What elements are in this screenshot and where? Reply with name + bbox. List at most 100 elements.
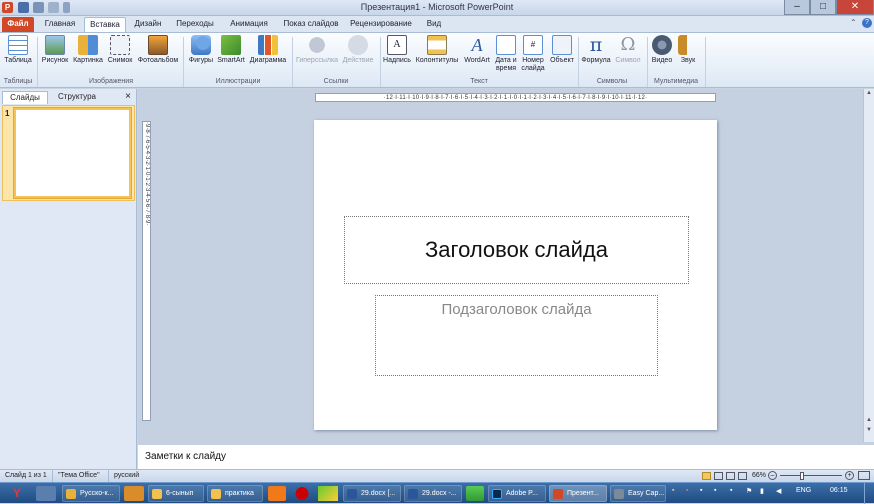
yandex-icon[interactable]: Y [4, 486, 30, 501]
vertical-scrollbar[interactable]: ▲ ▲ ▼ [863, 89, 874, 442]
language-indicator[interactable]: ENG [796, 487, 811, 494]
taskbar-item-word-1[interactable]: 29.docx [... [343, 485, 401, 502]
header-footer-button[interactable]: Колонтитулы [413, 35, 461, 65]
previous-slide-icon[interactable]: ▲ [865, 417, 873, 425]
shapes-button[interactable]: Фигуры [186, 35, 216, 65]
close-pane-icon[interactable]: × [122, 91, 134, 104]
notes-pane[interactable]: Заметки к слайду [138, 442, 874, 469]
group-symbols: Символы [596, 78, 628, 85]
action-button[interactable]: Действие [340, 35, 376, 65]
horizontal-ruler[interactable]: ·12·I·11·I·10·I·9·I·8·I·7·I·6·I·5·I·4·I·… [315, 93, 716, 102]
next-slide-icon[interactable]: ▼ [865, 427, 873, 435]
tab-outline[interactable]: Структура [50, 91, 104, 104]
taskbar-label: 29.docx -... [422, 490, 457, 497]
taskbar-item-word-2[interactable]: 29.docx -... [404, 485, 462, 502]
tray-icon-5[interactable]: ▪ [730, 487, 732, 494]
photo-album-button[interactable]: Фотоальбом [135, 35, 181, 65]
tab-review[interactable]: Рецензирование [346, 17, 416, 32]
help-icon[interactable]: ? [862, 18, 872, 28]
desktop-icon[interactable] [36, 486, 56, 501]
tab-slideshow[interactable]: Показ слайдов [280, 17, 342, 32]
wordart-button[interactable]: A WordArt [462, 35, 492, 65]
equation-button[interactable]: π Формула [580, 35, 612, 65]
symbol-button[interactable]: Ω Символ [613, 35, 643, 65]
tab-transitions[interactable]: Переходы [172, 17, 218, 32]
tab-home[interactable]: Главная [40, 17, 80, 32]
textbox-button[interactable]: A Надпись [382, 35, 412, 65]
volume-icon[interactable]: ◀ [776, 487, 781, 495]
zoom-slider-thumb[interactable] [800, 472, 804, 480]
app-icon-3[interactable] [466, 486, 484, 501]
slide-number: 1 [5, 109, 10, 118]
vertical-ruler[interactable]: ·9·8·7·6·5·4·3·2·1·0·1·2·3·4·5·6·7·8·9· [142, 121, 151, 421]
folder-icon [211, 489, 221, 499]
object-button[interactable]: Объект [547, 35, 577, 65]
zoom-slider[interactable] [780, 475, 842, 476]
reading-view-icon[interactable] [726, 472, 735, 480]
slide-number-button[interactable]: # Номер слайда [519, 35, 547, 73]
notes-placeholder: Заметки к слайду [145, 451, 226, 462]
network-icon[interactable]: ▮ [760, 487, 764, 495]
tab-animation[interactable]: Анимация [224, 17, 274, 32]
picture-button[interactable]: Рисунок [40, 35, 70, 65]
tab-design[interactable]: Дизайн [130, 17, 166, 32]
chart-button[interactable]: Диаграмма [247, 35, 289, 65]
clipart-button[interactable]: Картинка [71, 35, 105, 65]
hyperlink-button[interactable]: Гиперссылка [294, 35, 340, 65]
minimize-ribbon-icon[interactable]: ⌃ [850, 18, 859, 28]
action-label: Действие [342, 57, 374, 64]
video-button[interactable]: Видео [649, 35, 675, 65]
slideshow-icon[interactable] [738, 472, 747, 480]
group-tables: Таблицы [3, 78, 33, 85]
app-icon[interactable] [124, 486, 144, 501]
normal-view-icon[interactable] [702, 472, 711, 480]
language[interactable]: русский [108, 470, 139, 482]
scroll-up-icon[interactable]: ▲ [865, 90, 873, 98]
word-icon [408, 489, 418, 499]
group-media: Мультимедиа [654, 78, 698, 85]
tray-icon-3[interactable]: ▪ [700, 487, 702, 494]
taskbar-item-browser[interactable]: Русско-к... [62, 485, 120, 502]
photoshop-icon [492, 489, 502, 499]
subtitle-placeholder[interactable]: Подзаголовок слайда [375, 295, 658, 376]
close-button[interactable]: ✕ [836, 0, 874, 15]
audio-button[interactable]: Звук [676, 35, 700, 65]
taskbar-item-photoshop[interactable]: Adobe P... [488, 485, 546, 502]
slide-canvas[interactable]: Заголовок слайда Подзаголовок слайда [314, 120, 717, 430]
zoom-in-icon[interactable]: + [845, 471, 854, 480]
app-icon-2[interactable] [318, 486, 338, 501]
clock[interactable]: 06:15 [830, 487, 848, 494]
opera-icon[interactable] [292, 486, 312, 501]
tab-slides[interactable]: Слайды [2, 91, 48, 104]
table-button[interactable]: Таблица [2, 35, 34, 65]
zoom-level[interactable]: 66% [752, 470, 766, 482]
tab-file[interactable]: Файл [2, 17, 34, 32]
minimize-button[interactable]: – [784, 0, 810, 15]
tab-view[interactable]: Вид [422, 17, 446, 32]
title-placeholder[interactable]: Заголовок слайда [344, 216, 689, 284]
show-desktop-button[interactable] [864, 483, 874, 504]
picture-icon [45, 35, 65, 55]
chart-label: Диаграмма [249, 57, 287, 64]
smartart-button[interactable]: SmartArt [216, 35, 246, 65]
tab-insert[interactable]: Вставка [84, 17, 126, 32]
slide-thumbnail[interactable] [14, 108, 131, 198]
picture-label: Рисунок [41, 57, 69, 64]
odnoklassniki-icon[interactable] [268, 486, 286, 501]
tray-icon-4[interactable]: ▪ [714, 487, 716, 494]
tray-icon-1[interactable]: ▪ [672, 487, 674, 494]
taskbar-item-powerpoint[interactable]: Презент... [549, 485, 607, 502]
taskbar-item-folder-practice[interactable]: практика [207, 485, 263, 502]
zoom-out-icon[interactable]: – [768, 471, 777, 480]
flag-icon[interactable]: ⚑ [746, 487, 752, 495]
taskbar-item-easy-capture[interactable]: Easy Cap... [610, 485, 666, 502]
fit-to-window-icon[interactable] [858, 471, 870, 480]
maximize-button[interactable]: □ [810, 0, 836, 15]
taskbar-item-folder-6[interactable]: 6-сынып [148, 485, 204, 502]
screenshot-button[interactable]: Снимок [106, 35, 134, 65]
date-time-button[interactable]: Дата и время [493, 35, 519, 73]
slide-sorter-icon[interactable] [714, 472, 723, 480]
textbox-label: Надпись [383, 57, 411, 64]
tray-icon-2[interactable]: ▪ [686, 487, 688, 494]
photo-album-icon [148, 35, 168, 55]
